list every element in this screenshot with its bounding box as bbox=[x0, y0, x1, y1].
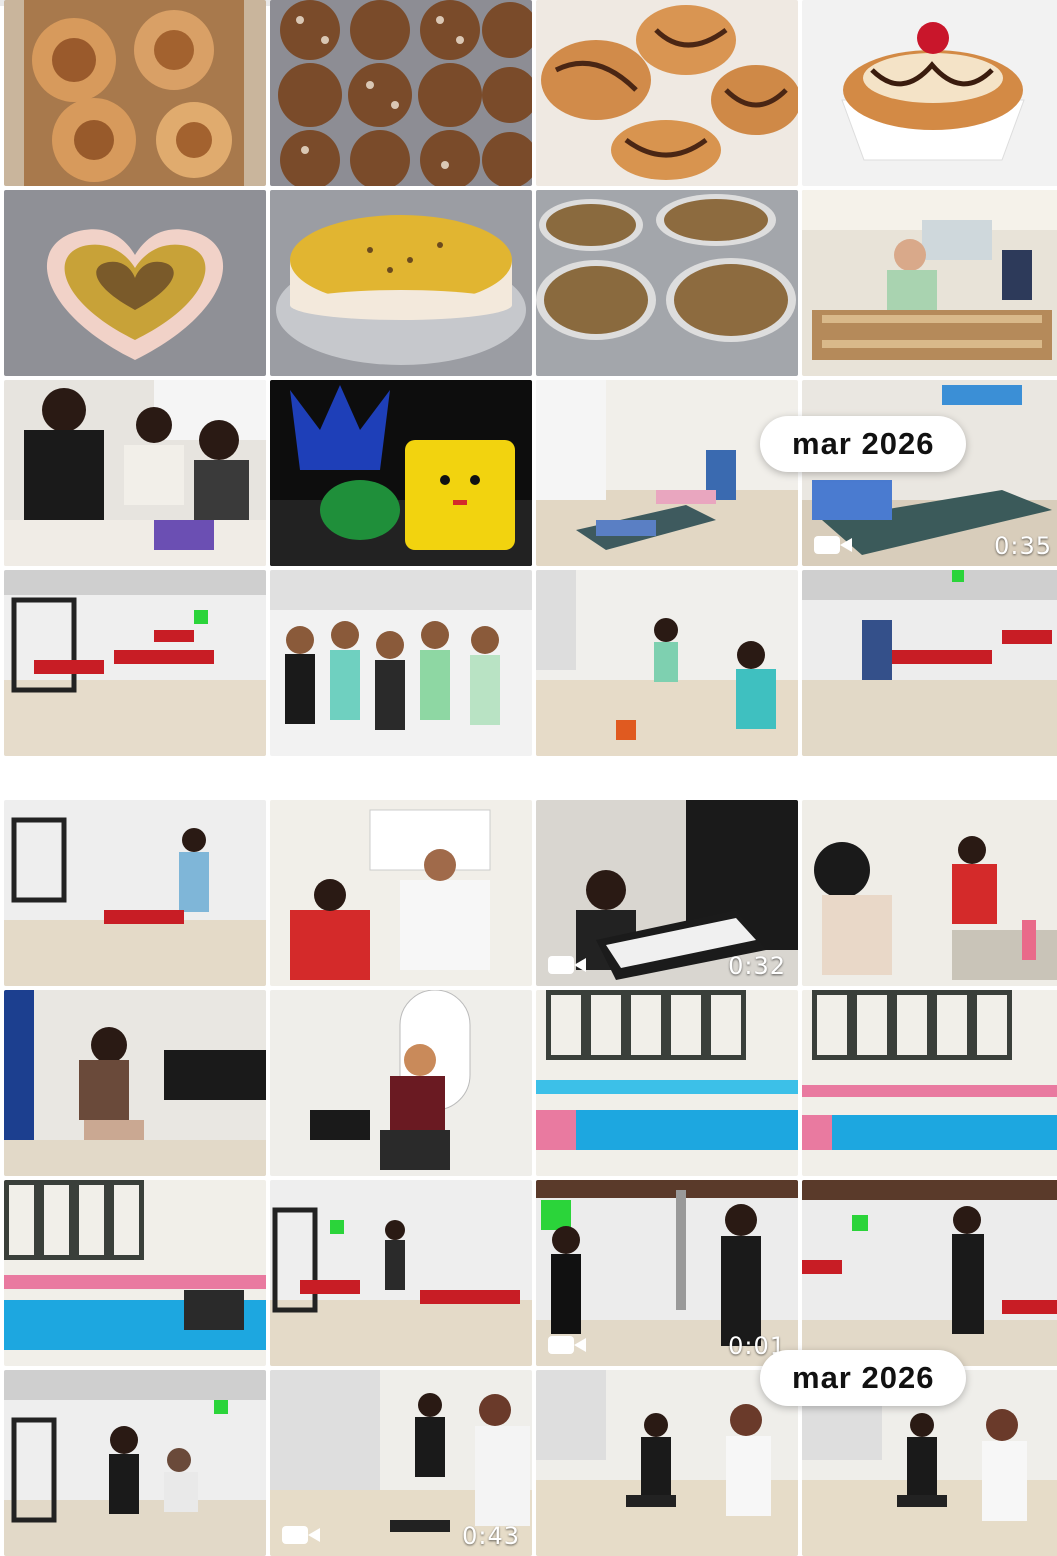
step-class-image bbox=[536, 570, 798, 756]
cinnamon-rolls-image bbox=[4, 0, 266, 186]
section-separator bbox=[0, 756, 1057, 800]
video-duration: 0:35 bbox=[994, 532, 1052, 560]
crafting-class-image bbox=[4, 380, 266, 566]
photo-tile[interactable] bbox=[270, 380, 532, 566]
photo-tile[interactable] bbox=[802, 190, 1057, 376]
photo-tile[interactable] bbox=[536, 570, 798, 756]
writing-class-image bbox=[270, 800, 532, 986]
round-cheesecake-image bbox=[270, 190, 532, 376]
boxing-gym-image bbox=[802, 1180, 1057, 1366]
gym-room-image bbox=[802, 570, 1057, 756]
video-camera-icon bbox=[814, 536, 854, 554]
salon-portrait-image bbox=[270, 990, 532, 1176]
gym-exercise-image bbox=[4, 1370, 266, 1556]
photo-tile[interactable] bbox=[4, 990, 266, 1176]
video-tile[interactable]: 0:43 bbox=[270, 1370, 532, 1556]
classroom-blue-tables-image-2 bbox=[802, 990, 1057, 1176]
photo-tile[interactable] bbox=[4, 1180, 266, 1366]
classroom-students-image bbox=[4, 1180, 266, 1366]
video-camera-icon bbox=[548, 956, 588, 974]
video-tile[interactable]: 0:32 bbox=[536, 800, 798, 986]
video-tile[interactable]: 0:01 bbox=[536, 1180, 798, 1366]
crochet-items-image bbox=[270, 380, 532, 566]
video-duration: 0:43 bbox=[462, 1522, 520, 1550]
step-aerobics-image bbox=[536, 1370, 798, 1556]
heart-cheesecake-image bbox=[4, 190, 266, 376]
photo-tile[interactable] bbox=[270, 190, 532, 376]
photo-tile[interactable] bbox=[536, 380, 798, 566]
photo-tile[interactable] bbox=[4, 0, 266, 186]
photo-tile[interactable] bbox=[270, 1180, 532, 1366]
photo-tile[interactable] bbox=[270, 570, 532, 756]
photo-tile[interactable] bbox=[536, 190, 798, 376]
woman-on-stool-image bbox=[4, 990, 266, 1176]
cupcake-image bbox=[802, 0, 1057, 186]
photo-grid-upper: 0:35 bbox=[0, 0, 1057, 756]
photo-tile[interactable] bbox=[4, 570, 266, 756]
makeup-class-image bbox=[802, 800, 1057, 986]
photo-tile[interactable] bbox=[4, 190, 266, 376]
mat-exercise-image bbox=[536, 380, 798, 566]
drizzled-buns-image bbox=[536, 0, 798, 186]
group-women-image bbox=[270, 570, 532, 756]
date-scrubber-label[interactable]: mar 2026 bbox=[760, 416, 967, 472]
classroom-blue-tables-image bbox=[536, 990, 798, 1176]
photo-tile[interactable] bbox=[270, 0, 532, 186]
photo-tile[interactable] bbox=[536, 0, 798, 186]
woodwork-class-image bbox=[802, 190, 1057, 376]
photo-tile[interactable] bbox=[802, 0, 1057, 186]
photo-tile[interactable] bbox=[4, 380, 266, 566]
video-duration: 0:32 bbox=[728, 952, 786, 980]
photo-tile[interactable] bbox=[270, 800, 532, 986]
date-scrubber-label[interactable]: mar 2026 bbox=[760, 1350, 967, 1406]
women-in-gym-image bbox=[4, 800, 266, 986]
photo-tile[interactable] bbox=[802, 1180, 1057, 1366]
photo-tile[interactable] bbox=[4, 800, 266, 986]
photo-tile[interactable] bbox=[802, 800, 1057, 986]
pastries-tray-image bbox=[270, 0, 532, 186]
photo-tile[interactable] bbox=[4, 1370, 266, 1556]
photo-tile[interactable] bbox=[536, 990, 798, 1176]
photo-tile[interactable] bbox=[536, 1370, 798, 1556]
video-camera-icon bbox=[548, 1336, 588, 1354]
four-pies-image bbox=[536, 190, 798, 376]
video-camera-icon bbox=[282, 1526, 322, 1544]
photo-grid-lower: 0:32 0:01 0:43 bbox=[0, 800, 1057, 1556]
photo-tile[interactable] bbox=[802, 990, 1057, 1176]
video-tile[interactable]: 0:35 bbox=[802, 380, 1057, 566]
gym-machines-image bbox=[4, 570, 266, 756]
photo-tile[interactable] bbox=[802, 570, 1057, 756]
photo-tile[interactable] bbox=[270, 990, 532, 1176]
gym-red-benches-image bbox=[270, 1180, 532, 1366]
